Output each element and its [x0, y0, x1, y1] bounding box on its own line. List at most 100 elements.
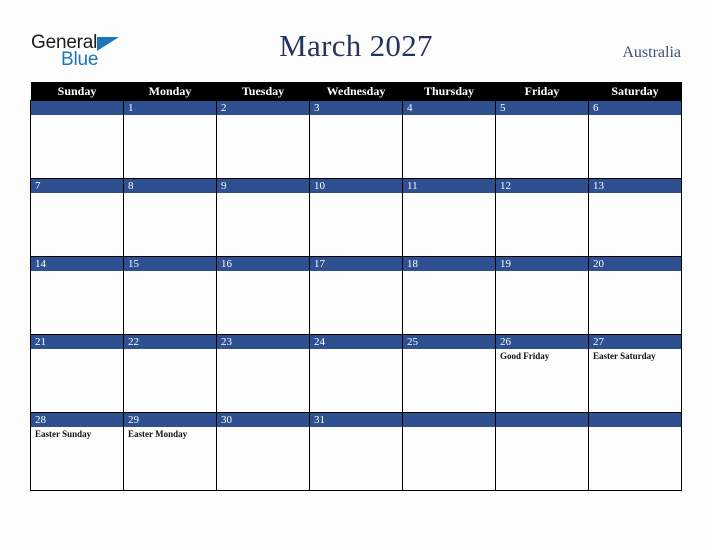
day-number	[496, 413, 588, 427]
calendar-day-cell[interactable]: 15	[123, 256, 217, 335]
calendar-day-cell[interactable]: 27 Easter Saturday	[588, 334, 682, 413]
day-events	[217, 349, 309, 351]
weekday-header-tuesday: Tuesday	[216, 82, 310, 101]
calendar-day-cell[interactable]: 13	[588, 178, 682, 257]
day-number	[403, 413, 495, 427]
day-number: 25	[403, 335, 495, 349]
day-number: 28	[31, 413, 123, 427]
calendar-day-cell[interactable]: 29 Easter Monday	[123, 412, 217, 491]
calendar-day-cell[interactable]: 17	[309, 256, 403, 335]
day-number: 4	[403, 101, 495, 115]
calendar-empty-cell[interactable]	[495, 412, 589, 491]
day-events	[496, 271, 588, 273]
calendar-day-cell[interactable]: 19	[495, 256, 589, 335]
day-events	[496, 193, 588, 195]
day-events	[589, 193, 681, 195]
day-events	[310, 115, 402, 117]
day-number: 23	[217, 335, 309, 349]
calendar-day-cell[interactable]: 18	[402, 256, 496, 335]
calendar-empty-cell[interactable]	[402, 412, 496, 491]
day-number: 29	[124, 413, 216, 427]
day-events	[589, 115, 681, 117]
day-number: 12	[496, 179, 588, 193]
day-number: 2	[217, 101, 309, 115]
day-events	[124, 271, 216, 273]
day-events	[496, 427, 588, 429]
calendar-day-cell[interactable]: 7	[30, 178, 124, 257]
page-title: March 2027	[279, 28, 433, 63]
weekday-header-wednesday: Wednesday	[309, 82, 403, 101]
day-number: 5	[496, 101, 588, 115]
day-number: 18	[403, 257, 495, 271]
calendar-day-cell[interactable]: 8	[123, 178, 217, 257]
day-events	[217, 427, 309, 429]
calendar-day-cell[interactable]: 26 Good Friday	[495, 334, 589, 413]
page-header: General Blue March 2027 Australia	[0, 0, 712, 82]
day-events	[31, 193, 123, 195]
day-events	[310, 193, 402, 195]
calendar-day-cell[interactable]: 2	[216, 100, 310, 179]
day-events	[403, 427, 495, 429]
calendar-week-row: 21 22 23 24 25 26 Good Friday 27 Easter Saturday	[30, 334, 682, 413]
day-number: 8	[124, 179, 216, 193]
calendar-day-cell[interactable]: 14	[30, 256, 124, 335]
day-events	[31, 115, 123, 117]
day-number: 21	[31, 335, 123, 349]
day-events: Easter Monday	[124, 427, 216, 440]
weekday-header-sunday: Sunday	[30, 82, 124, 101]
day-number: 30	[217, 413, 309, 427]
weekday-header-friday: Friday	[495, 82, 589, 101]
calendar-day-cell[interactable]: 22	[123, 334, 217, 413]
day-events	[403, 271, 495, 273]
calendar-day-cell[interactable]: 5	[495, 100, 589, 179]
day-events	[589, 427, 681, 429]
day-events	[589, 271, 681, 273]
calendar-day-cell[interactable]: 16	[216, 256, 310, 335]
calendar-week-row: 123456	[30, 100, 682, 179]
day-events	[31, 271, 123, 273]
day-number: 11	[403, 179, 495, 193]
calendar-day-cell[interactable]: 9	[216, 178, 310, 257]
calendar-day-cell[interactable]: 24	[309, 334, 403, 413]
calendar-day-cell[interactable]: 25	[402, 334, 496, 413]
calendar-day-cell[interactable]: 23	[216, 334, 310, 413]
calendar-day-cell[interactable]: 30	[216, 412, 310, 491]
calendar-week-row: 7 8 9 10 11 12 13	[30, 178, 682, 257]
calendar-day-cell[interactable]: 20	[588, 256, 682, 335]
holiday-event: Easter Sunday	[35, 429, 92, 439]
calendar-empty-cell[interactable]	[30, 100, 124, 179]
day-number: 9	[217, 179, 309, 193]
calendar-day-cell[interactable]: 10	[309, 178, 403, 257]
day-number: 24	[310, 335, 402, 349]
day-number: 13	[589, 179, 681, 193]
country-label: Australia	[622, 44, 681, 61]
holiday-event: Easter Monday	[128, 429, 188, 439]
day-events: Easter Saturday	[589, 349, 681, 362]
calendar-day-cell[interactable]: 12	[495, 178, 589, 257]
day-number: 10	[310, 179, 402, 193]
day-number: 19	[496, 257, 588, 271]
day-events: Good Friday	[496, 349, 588, 362]
weekday-header-thursday: Thursday	[402, 82, 496, 101]
holiday-event: Good Friday	[500, 351, 550, 361]
calendar-day-cell[interactable]: 31	[309, 412, 403, 491]
calendar-day-cell[interactable]: 6	[588, 100, 682, 179]
calendar-day-cell[interactable]: 3	[309, 100, 403, 179]
calendar-day-cell[interactable]: 1	[123, 100, 217, 179]
day-events	[124, 193, 216, 195]
calendar-day-cell[interactable]: 21	[30, 334, 124, 413]
calendar-empty-cell[interactable]	[588, 412, 682, 491]
calendar-day-cell[interactable]: 11	[402, 178, 496, 257]
day-number: 20	[589, 257, 681, 271]
day-number: 1	[124, 101, 216, 115]
day-events	[217, 115, 309, 117]
calendar-day-cell[interactable]: 28 Easter Sunday	[30, 412, 124, 491]
day-events	[31, 349, 123, 351]
day-number: 3	[310, 101, 402, 115]
calendar-day-cell[interactable]: 4	[402, 100, 496, 179]
calendar-week-row: 28 Easter Sunday 29 Easter Monday 30 31	[30, 412, 682, 491]
day-events	[124, 349, 216, 351]
calendar-grid: Sunday Monday Tuesday Wednesday Thursday…	[30, 82, 682, 491]
day-number: 7	[31, 179, 123, 193]
day-number: 6	[589, 101, 681, 115]
